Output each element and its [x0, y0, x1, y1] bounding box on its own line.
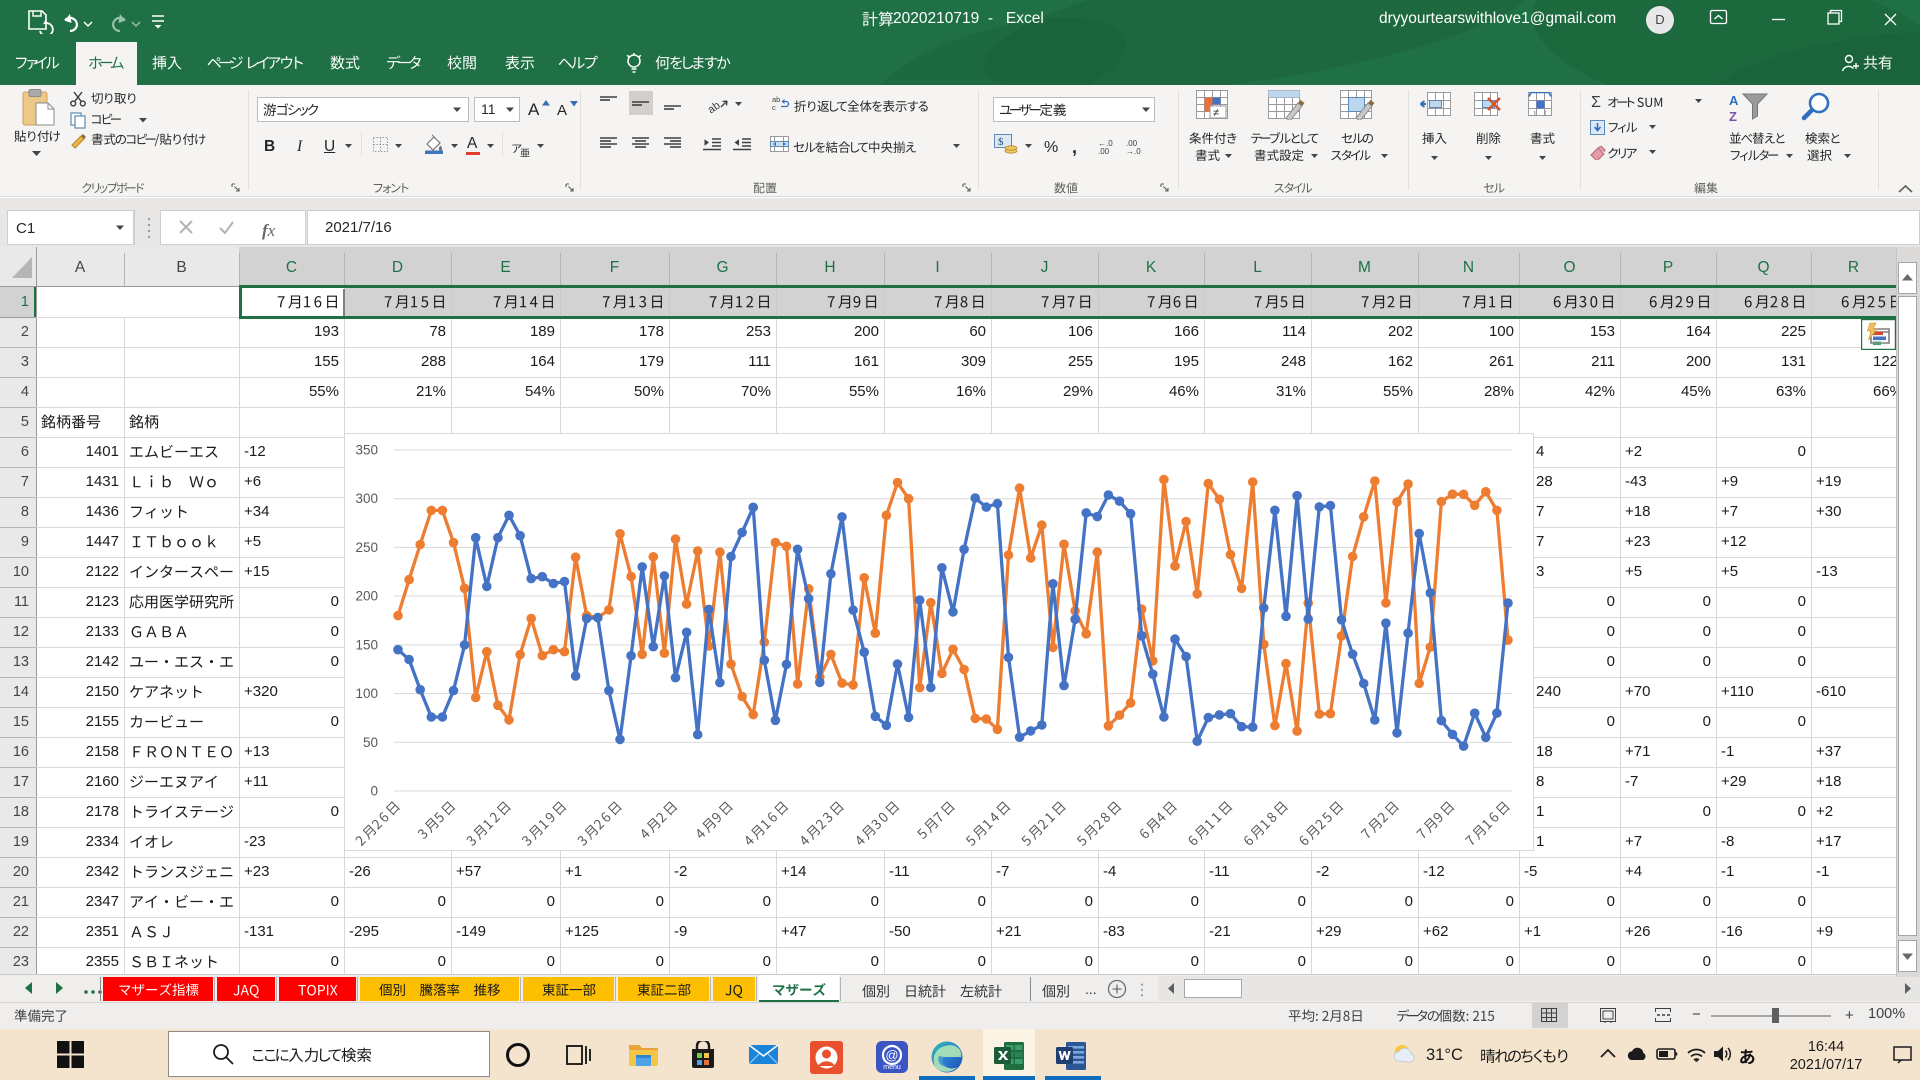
svg-text:menu: menu	[883, 1064, 901, 1071]
svg-text:Z: Z	[1729, 109, 1737, 124]
svg-text:250: 250	[355, 540, 378, 555]
svg-text:350: 350	[355, 443, 378, 458]
svg-text:c: c	[772, 103, 776, 111]
svg-text:200: 200	[355, 589, 378, 604]
svg-text:ab: ab	[706, 100, 723, 114]
svg-text:100: 100	[355, 686, 378, 701]
svg-text:→.0: →.0	[1126, 147, 1141, 155]
svg-text:150: 150	[355, 637, 378, 652]
svg-text:50: 50	[363, 735, 378, 750]
svg-text:@: @	[885, 1048, 898, 1063]
svg-text:≠: ≠	[1213, 107, 1219, 119]
svg-text:0: 0	[370, 784, 378, 799]
svg-text:$: $	[998, 136, 1004, 148]
svg-text:300: 300	[355, 491, 378, 506]
svg-text:.00: .00	[1098, 147, 1110, 155]
svg-text:A: A	[1729, 93, 1739, 108]
